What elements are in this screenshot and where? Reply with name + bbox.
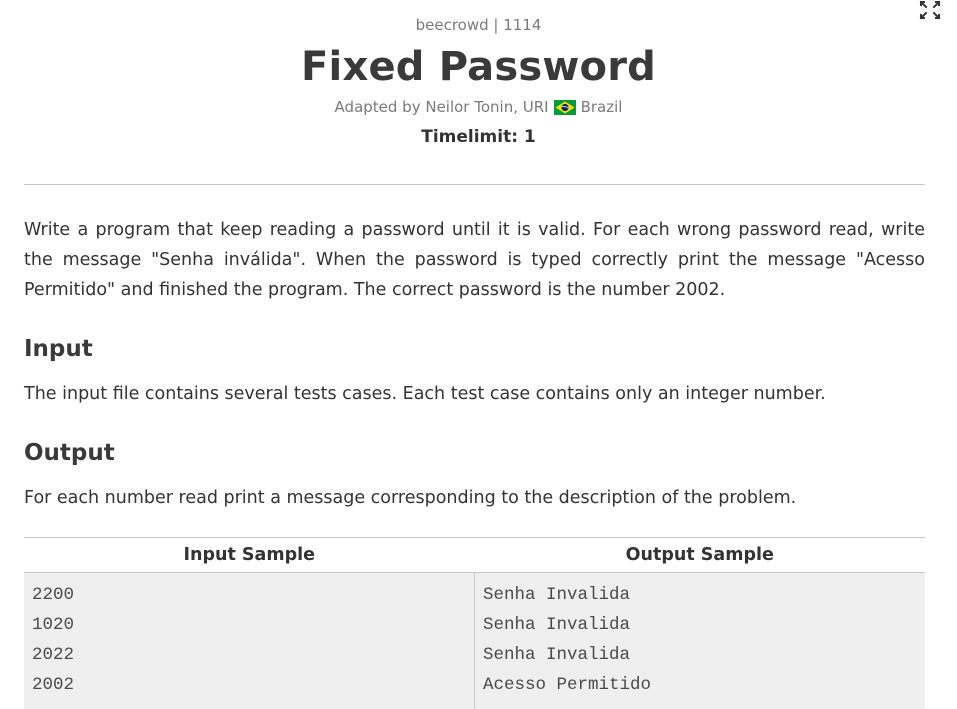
output-sample-line: Senha Invalida bbox=[483, 615, 631, 635]
output-sample-line: Senha Invalida bbox=[483, 585, 631, 605]
header-divider bbox=[24, 184, 925, 185]
problem-description: Write a program that keep reading a pass… bbox=[24, 220, 925, 300]
expand-icon bbox=[919, 0, 941, 20]
output-sample-cell[interactable]: Senha Invalida Senha Invalida Senha Inva… bbox=[474, 572, 925, 709]
input-sample-line: 1020 bbox=[32, 615, 75, 635]
brazil-flag-icon bbox=[553, 99, 576, 115]
expand-button[interactable] bbox=[918, 0, 942, 20]
timelimit: Timelimit: 1 bbox=[421, 127, 536, 147]
input-sample-header: Input Sample bbox=[24, 537, 475, 573]
author-line: Adapted by Neilor Tonin, URI Brazil bbox=[0, 97, 957, 117]
output-description: For each number read print a message cor… bbox=[24, 488, 797, 508]
output-sample-line: Senha Invalida bbox=[483, 645, 631, 665]
output-sample-header: Output Sample bbox=[474, 537, 925, 573]
author-text: Adapted by Neilor Tonin, URI bbox=[334, 98, 549, 116]
output-heading: Output bbox=[24, 440, 115, 466]
samples-table: Input Sample Output Sample 2200 1020 202… bbox=[24, 537, 925, 709]
input-sample-cell[interactable]: 2200 1020 2022 2002 bbox=[24, 572, 475, 709]
input-sample-line: 2200 bbox=[32, 585, 75, 605]
input-description: The input file contains several tests ca… bbox=[24, 384, 826, 404]
input-sample-line: 2022 bbox=[32, 645, 75, 665]
problem-header: beecrowd | 1114 Fixed Password Adapted b… bbox=[0, 0, 957, 148]
problem-id: beecrowd | 1114 bbox=[415, 16, 542, 34]
input-sample-line: 2002 bbox=[32, 675, 75, 695]
country-text: Brazil bbox=[580, 98, 623, 116]
problem-body: Write a program that keep reading a pass… bbox=[24, 215, 925, 513]
input-heading: Input bbox=[24, 336, 93, 362]
page-title: Fixed Password bbox=[301, 44, 656, 90]
output-sample-line: Acesso Permitido bbox=[483, 675, 652, 695]
